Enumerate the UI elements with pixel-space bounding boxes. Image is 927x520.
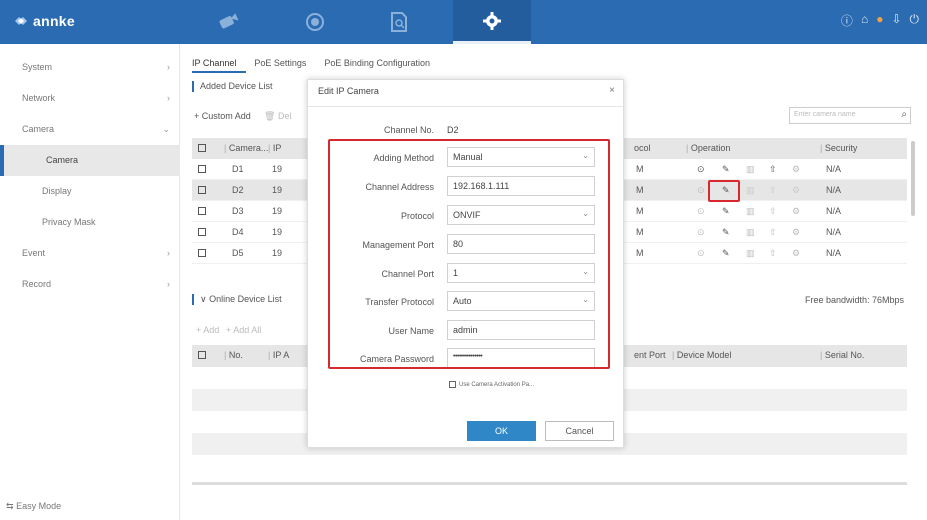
close-icon[interactable]: × (609, 85, 615, 96)
nav-configuration[interactable] (453, 0, 531, 44)
upgrade-icon[interactable]: ⇧ (769, 206, 777, 217)
tab-bar: IP Channel PoE Settings PoE Binding Conf… (192, 58, 448, 73)
sidebar-item-record[interactable]: Record › (0, 269, 180, 300)
play-icon[interactable]: ⊙ (697, 227, 705, 238)
added-device-list-title: Added Device List (192, 81, 273, 92)
add-all-button[interactable]: + Add All (226, 325, 261, 335)
sidebar: System › Network › Camera ⌄ Camera Displ… (0, 44, 180, 520)
use-activation-password-checkbox[interactable]: Use Camera Activation Pa... (449, 381, 534, 388)
home-icon[interactable]: ⌂ (861, 12, 868, 29)
sidebar-item-system[interactable]: System › (0, 52, 180, 83)
sidebar-subitem-privacy-mask[interactable]: Privacy Mask (0, 207, 180, 238)
ok-button[interactable]: OK (467, 421, 536, 441)
select-all-checkbox[interactable] (198, 144, 206, 152)
info-icon[interactable]: ⓘ (841, 12, 853, 29)
file-search-icon (391, 12, 407, 32)
free-bandwidth-text: Free bandwidth: 76Mbps (805, 295, 905, 305)
edit-icon[interactable]: ✎ (722, 206, 730, 217)
tab-poe-settings[interactable]: PoE Settings (254, 58, 316, 73)
trash-icon: 🗑 (264, 111, 276, 121)
camera-icon (219, 13, 239, 29)
row-checkbox[interactable] (198, 249, 206, 257)
export-icon[interactable]: ⇩ (891, 12, 901, 29)
highlight-box-edit-icon (708, 180, 740, 202)
row-checkbox[interactable] (198, 207, 206, 215)
delete-icon[interactable]: ▥ (746, 164, 755, 175)
chevron-right-icon: › (167, 62, 170, 72)
vertical-scrollbar[interactable] (911, 141, 915, 216)
upgrade-icon[interactable]: ⇧ (769, 164, 777, 175)
top-navigation-bar: annke ⓘ ⌂ ● ⇩ ⏻ (0, 0, 927, 44)
row-checkbox[interactable] (198, 186, 206, 194)
logo-text: annke (33, 13, 75, 29)
edit-icon[interactable]: ✎ (722, 227, 730, 238)
settings-icon[interactable]: ⚙ (792, 185, 800, 196)
easy-mode-link[interactable]: ⇆ Easy Mode (6, 501, 61, 512)
play-icon[interactable]: ⊙ (697, 185, 705, 196)
nav-file-search[interactable] (360, 0, 438, 44)
cancel-button[interactable]: Cancel (545, 421, 614, 441)
channel-no-value: D2 (447, 125, 459, 135)
play-icon[interactable]: ⊙ (697, 206, 705, 217)
playback-icon (306, 13, 324, 31)
add-button[interactable]: + Add (196, 325, 219, 335)
search-icon: ⌕ (901, 109, 907, 120)
nav-live-view[interactable] (190, 0, 268, 44)
settings-icon[interactable]: ⚙ (792, 227, 800, 238)
chevron-right-icon: › (167, 279, 170, 289)
checkbox[interactable] (449, 381, 456, 388)
upgrade-icon[interactable]: ⇧ (769, 227, 777, 238)
sidebar-subitem-display[interactable]: Display (0, 176, 180, 207)
upgrade-icon[interactable]: ⇧ (769, 248, 777, 259)
table-row (192, 455, 907, 477)
camera-search-input[interactable]: Enter camera name ⌕ (789, 107, 911, 124)
settings-icon[interactable]: ⚙ (792, 248, 800, 259)
sidebar-subitem-camera[interactable]: Camera (0, 145, 180, 176)
annke-logo: annke (14, 13, 75, 29)
chevron-down-icon: ⌄ (162, 124, 170, 134)
sidebar-item-network[interactable]: Network › (0, 83, 180, 114)
delete-icon[interactable]: ▥ (746, 227, 755, 238)
edit-icon[interactable]: ✎ (722, 164, 730, 175)
play-icon[interactable]: ⊙ (697, 248, 705, 259)
delete-icon[interactable]: ▥ (746, 185, 755, 196)
tab-ip-channel[interactable]: IP Channel (192, 58, 247, 73)
chevron-down-icon: ∨ (200, 294, 210, 304)
tab-poe-binding[interactable]: PoE Binding Configuration (324, 58, 440, 73)
menu-lines-icon: ⇆ (6, 501, 14, 511)
row-checkbox[interactable] (198, 228, 206, 236)
custom-add-button[interactable]: + Custom Add (194, 111, 251, 121)
row-checkbox[interactable] (198, 165, 206, 173)
play-icon[interactable]: ⊙ (697, 164, 705, 175)
gear-icon (483, 11, 501, 30)
edit-icon[interactable]: ✎ (722, 248, 730, 259)
nav-playback[interactable] (276, 0, 354, 44)
online-device-list-title[interactable]: ∨ Online Device List (192, 294, 282, 305)
sidebar-item-camera[interactable]: Camera ⌄ (0, 114, 180, 145)
delete-icon[interactable]: ▥ (746, 206, 755, 217)
chevron-right-icon: › (167, 248, 170, 258)
logo-icon (15, 17, 27, 25)
horizontal-scrollbar[interactable] (192, 482, 907, 485)
dialog-title: Edit IP Camera (318, 86, 379, 96)
settings-icon[interactable]: ⚙ (792, 164, 800, 175)
select-all-checkbox[interactable] (198, 351, 206, 359)
delete-icon[interactable]: ▥ (746, 248, 755, 259)
highlight-box-form-fields (328, 139, 610, 369)
settings-icon[interactable]: ⚙ (792, 206, 800, 217)
top-right-icons: ⓘ ⌂ ● ⇩ ⏻ (841, 12, 919, 29)
divider (308, 106, 623, 107)
delete-button[interactable]: 🗑 Del (264, 111, 291, 122)
channel-no-label: Channel No. (383, 125, 434, 135)
power-icon[interactable]: ⏻ (910, 12, 920, 29)
upgrade-icon[interactable]: ⇧ (769, 185, 777, 196)
sidebar-item-event[interactable]: Event › (0, 238, 180, 269)
chevron-right-icon: › (167, 93, 170, 103)
user-icon[interactable]: ● (876, 12, 883, 29)
